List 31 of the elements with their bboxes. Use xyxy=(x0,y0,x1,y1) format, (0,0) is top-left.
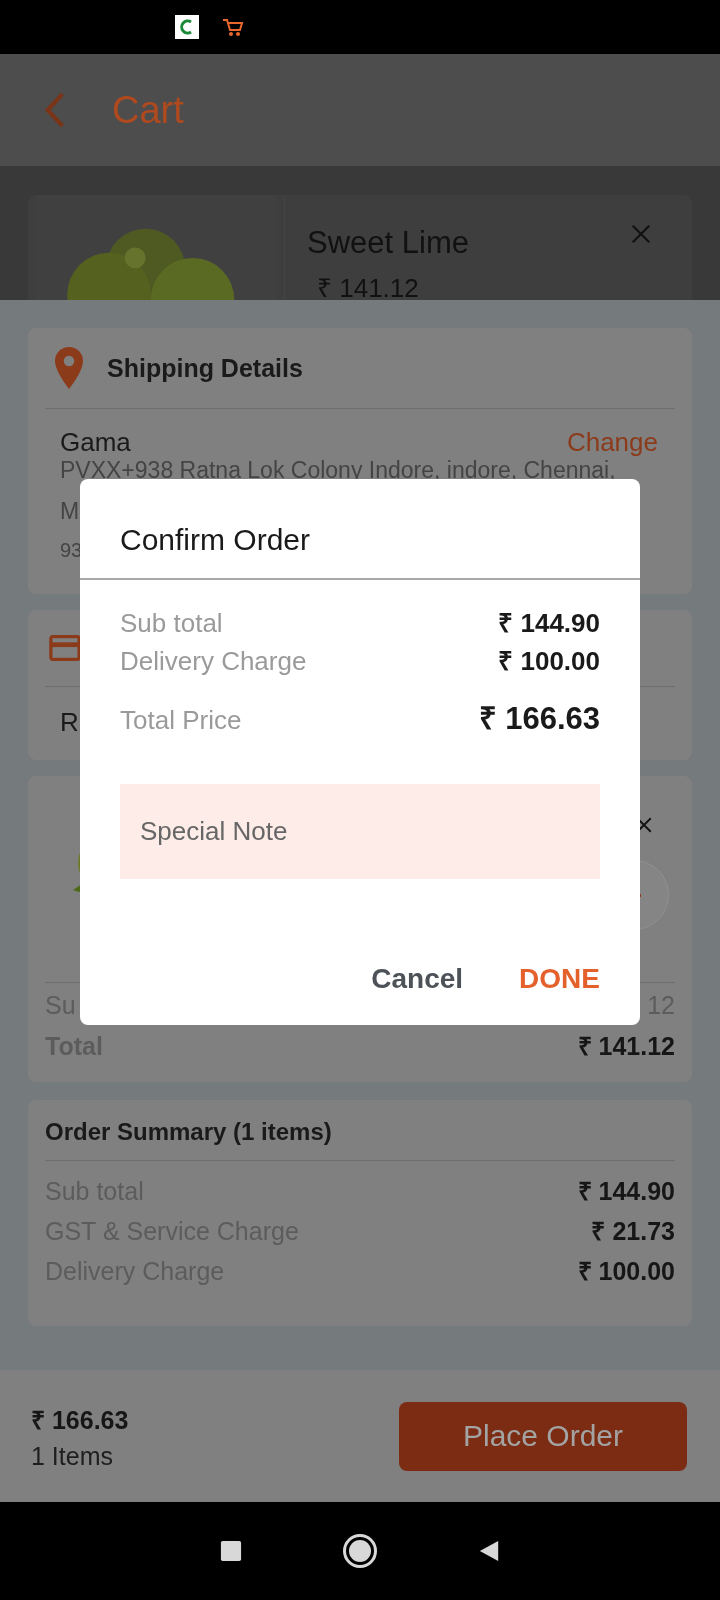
footer-total: ₹ 166.63 xyxy=(31,1404,129,1436)
special-note-field[interactable]: Special Note xyxy=(120,784,600,879)
change-link[interactable]: Change xyxy=(566,427,658,458)
price-label: Delivery Charge xyxy=(120,646,307,677)
price-value: ₹ 166.63 xyxy=(478,700,600,738)
back-icon[interactable] xyxy=(478,1540,500,1562)
place-order-button[interactable]: Place Order xyxy=(399,1401,687,1471)
summary-value: ₹ 144.90 xyxy=(577,1176,675,1207)
summary-value: ₹ 100.00 xyxy=(577,1256,675,1287)
price-label: Sub total xyxy=(120,608,223,639)
address-text: M xyxy=(60,499,80,525)
cancel-button[interactable]: Cancel xyxy=(371,963,464,995)
payment-method: R xyxy=(60,707,79,738)
done-button[interactable]: DONE xyxy=(519,963,600,995)
location-pin-icon xyxy=(55,347,83,389)
summary-value: ₹ 21.73 xyxy=(591,1216,675,1247)
item-count: 1 Items xyxy=(31,1441,114,1471)
total-value: ₹ 141.12 xyxy=(577,1031,675,1062)
recipient-name: Gama xyxy=(60,427,131,458)
recents-icon[interactable] xyxy=(220,1540,242,1562)
dialog-title: Confirm Order xyxy=(119,522,312,558)
section-title: Order Summary (1 items) xyxy=(45,1118,333,1146)
app-icon xyxy=(175,15,199,39)
home-icon[interactable] xyxy=(342,1533,378,1569)
price-value: ₹ 144.90 xyxy=(498,607,600,640)
address-text: PVXX+938 Ratna Lok Colony Indore, indore, Chennai, xyxy=(60,458,616,484)
card-icon xyxy=(49,634,81,662)
section-title: Shipping Details xyxy=(107,353,303,383)
price-value: ₹ 100.00 xyxy=(498,645,600,678)
price-label: Total Price xyxy=(120,705,242,736)
page-title: Cart xyxy=(112,88,184,132)
